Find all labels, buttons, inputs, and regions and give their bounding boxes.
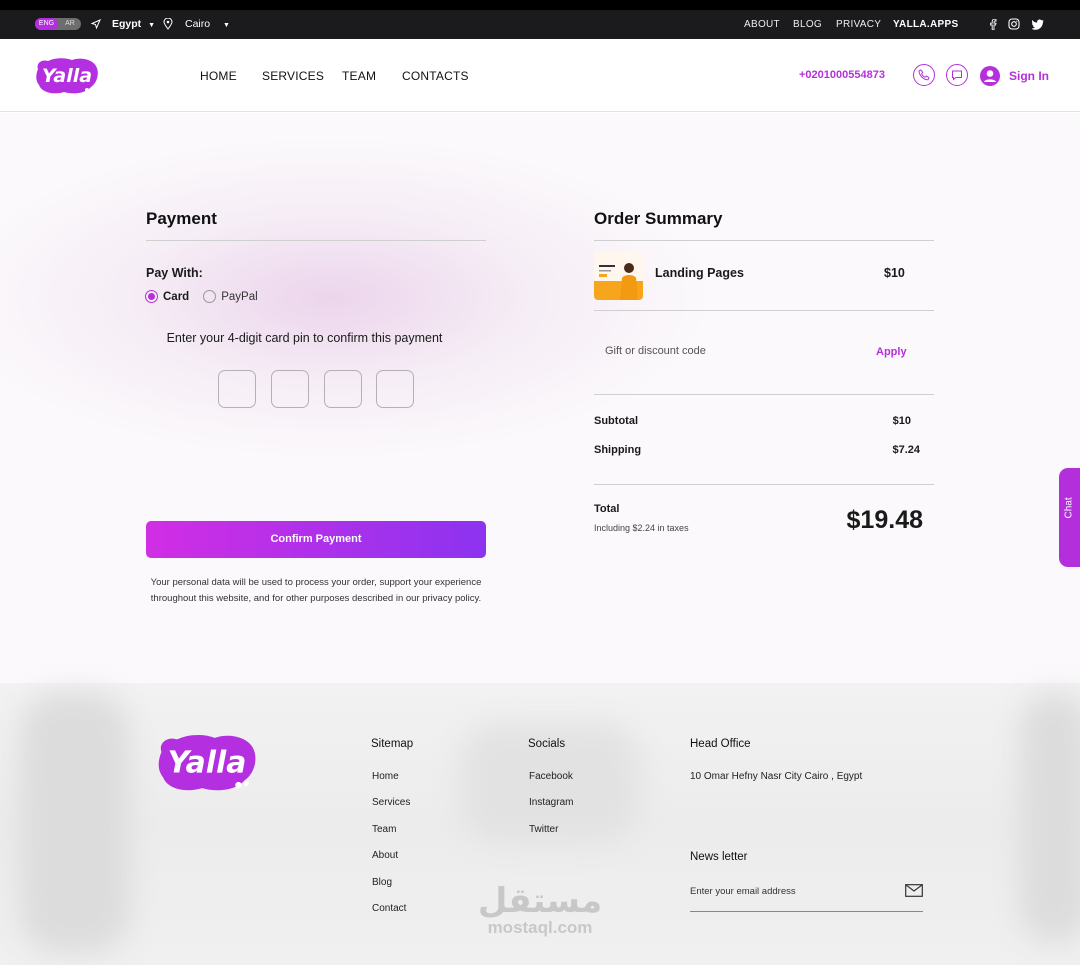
- phone-call-button[interactable]: [913, 64, 935, 86]
- country-label: Egypt: [112, 18, 142, 30]
- pin-digit-2[interactable]: [271, 370, 309, 408]
- city-label: Cairo: [185, 18, 211, 30]
- phone-icon: [918, 69, 930, 81]
- subtotal-label: Subtotal: [594, 415, 638, 427]
- order-divider-3: [594, 394, 934, 395]
- logo-text: Yalla: [42, 65, 92, 87]
- watermark-arabic: مستقل: [477, 881, 603, 921]
- product-thumbnail: [594, 251, 643, 300]
- top-link-yalla-apps[interactable]: YALLA.APPS: [893, 10, 958, 39]
- footer-link-about[interactable]: About: [372, 850, 398, 861]
- order-divider-top: [594, 240, 934, 241]
- nav-services[interactable]: SERVICES: [262, 69, 324, 83]
- pin-digit-3[interactable]: [324, 370, 362, 408]
- location-arrow-icon: [90, 10, 101, 39]
- footer-link-instagram[interactable]: Instagram: [529, 797, 573, 808]
- city-select[interactable]: Cairo ▼: [185, 10, 230, 39]
- footer-yalla-logo[interactable]: Yalla: [155, 730, 259, 796]
- nav-home[interactable]: HOME: [200, 69, 237, 83]
- privacy-note: Your personal data will be used to proce…: [150, 577, 482, 604]
- payment-method-group: Card PayPal: [145, 290, 258, 303]
- socials-title: Socials: [528, 738, 566, 750]
- footer-link-home[interactable]: Home: [372, 771, 399, 782]
- watermark: مستقل mostaql.com: [470, 883, 610, 937]
- twitter-icon[interactable]: [1031, 10, 1044, 39]
- user-icon: [980, 66, 1000, 86]
- footer-link-contact[interactable]: Contact: [372, 903, 406, 914]
- facebook-icon[interactable]: [988, 10, 998, 39]
- sitemap-title: Sitemap: [371, 738, 414, 750]
- head-office-title: Head Office: [690, 738, 751, 750]
- language-toggle[interactable]: ENG AR: [35, 18, 81, 30]
- message-button[interactable]: [946, 64, 968, 86]
- footer-link-twitter[interactable]: Twitter: [529, 824, 558, 835]
- paypal-radio[interactable]: [203, 290, 217, 303]
- paypal-label[interactable]: PayPal: [221, 291, 257, 303]
- order-divider-4: [594, 484, 934, 485]
- card-label[interactable]: Card: [163, 291, 189, 303]
- total-label: Total: [594, 503, 620, 515]
- pin-digit-1[interactable]: [218, 370, 256, 408]
- pin-digit-4[interactable]: [376, 370, 414, 408]
- payment-divider: [146, 240, 486, 241]
- phone-number[interactable]: +0201000554873: [799, 69, 885, 81]
- yalla-logo[interactable]: Yalla: [34, 55, 100, 97]
- chevron-down-icon: ▼: [223, 22, 230, 29]
- shipping-label: Shipping: [594, 444, 642, 456]
- footer-link-blog[interactable]: Blog: [372, 877, 392, 888]
- checkout-section: Payment Pay With: Card PayPal Enter your…: [0, 113, 1080, 683]
- watermark-domain: mostaql.com: [487, 918, 593, 937]
- nav-contacts[interactable]: CONTACTS: [402, 69, 469, 83]
- product-price: $10: [884, 266, 905, 280]
- country-select[interactable]: Egypt ▼: [112, 10, 155, 39]
- discount-code-input[interactable]: Gift or discount code: [605, 345, 706, 357]
- pin-instruction: Enter your 4-digit card pin to confirm t…: [166, 331, 443, 345]
- order-summary-title: Order Summary: [594, 209, 723, 228]
- chat-side-tab[interactable]: Chat: [1059, 468, 1080, 567]
- nav-team[interactable]: TEAM: [342, 69, 376, 83]
- head-office-address: 10 Omar Hefny Nasr City Cairo , Egypt: [690, 771, 863, 782]
- chat-bubble-icon: [952, 70, 962, 81]
- lang-ar[interactable]: AR: [59, 18, 81, 30]
- lang-eng[interactable]: ENG: [35, 18, 58, 30]
- footer-logo-text: Yalla: [168, 745, 247, 780]
- newsletter-underline: [690, 911, 923, 912]
- site-footer: Yalla Sitemap Home Services Team About B…: [0, 683, 1080, 965]
- newsletter-email-input[interactable]: Enter your email address: [690, 886, 796, 897]
- instagram-icon[interactable]: [1008, 10, 1020, 39]
- product-name: Landing Pages: [655, 266, 744, 280]
- sign-in-button[interactable]: Sign In: [980, 66, 1049, 86]
- subtotal-value: $10: [892, 415, 911, 427]
- order-divider-2: [594, 310, 934, 311]
- top-bar: ENG AR Egypt ▼ Cairo ▼ ABOUT BLOG PRIVAC…: [0, 10, 1080, 39]
- apply-discount-button[interactable]: Apply: [876, 346, 907, 358]
- map-pin-icon: [163, 10, 173, 39]
- chat-label: Chat: [1063, 497, 1075, 519]
- shipping-value: $7.24: [892, 444, 920, 456]
- sign-in-label: Sign In: [1009, 69, 1049, 83]
- pay-with-label: Pay With:: [146, 266, 203, 280]
- payment-title: Payment: [146, 209, 217, 228]
- mail-send-icon[interactable]: [905, 884, 923, 897]
- main-header: Yalla HOME SERVICES TEAM CONTACTS +02010…: [0, 39, 1080, 112]
- footer-bg-shape: [1020, 693, 1080, 943]
- top-link-blog[interactable]: BLOG: [793, 10, 822, 39]
- footer-link-team[interactable]: Team: [372, 824, 396, 835]
- top-edge: [0, 0, 1080, 10]
- card-radio[interactable]: [145, 290, 158, 303]
- footer-link-facebook[interactable]: Facebook: [529, 771, 573, 782]
- newsletter-title: News letter: [690, 851, 748, 863]
- taxes-note: Including $2.24 in taxes: [594, 523, 689, 533]
- top-link-about[interactable]: ABOUT: [744, 10, 780, 39]
- confirm-payment-button[interactable]: Confirm Payment: [146, 521, 486, 558]
- total-value: $19.48: [846, 506, 923, 534]
- chevron-down-icon: ▼: [148, 22, 156, 29]
- footer-link-services[interactable]: Services: [372, 797, 410, 808]
- footer-bg-shape: [20, 693, 130, 953]
- top-link-privacy[interactable]: PRIVACY: [836, 10, 881, 39]
